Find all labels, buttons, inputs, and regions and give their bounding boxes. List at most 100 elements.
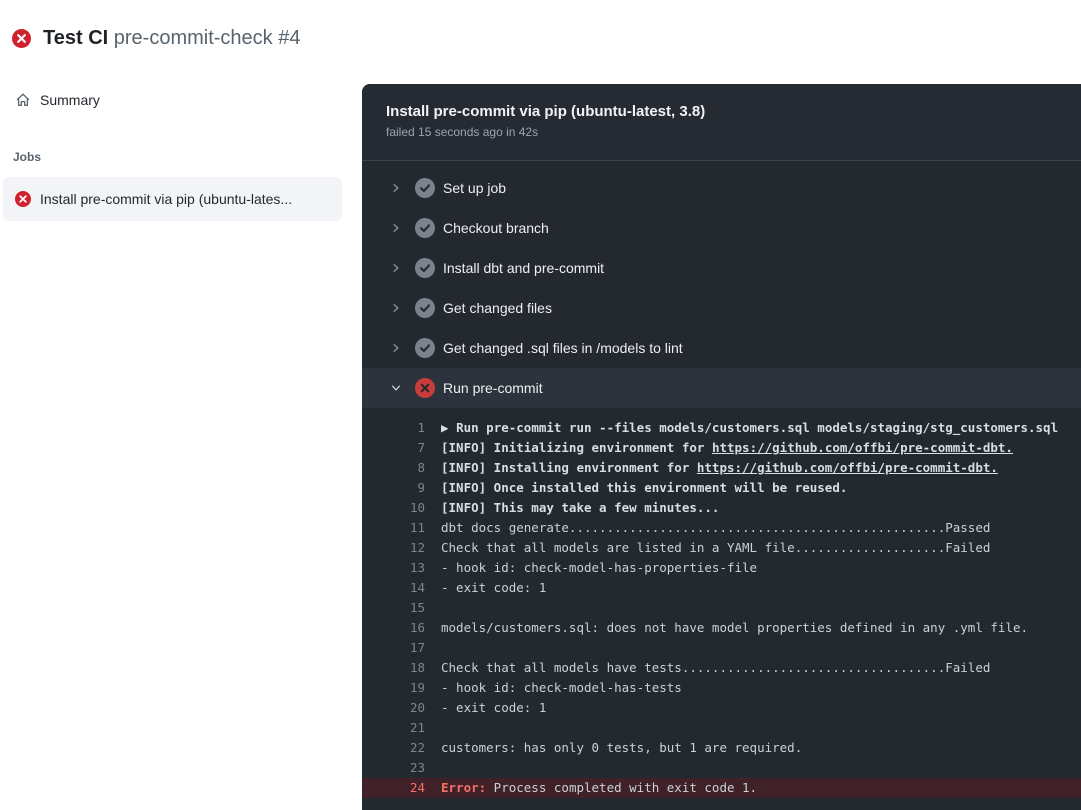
- log-line-number[interactable]: 19: [362, 678, 425, 698]
- log-line: 1 ▶ Run pre-commit run --files models/cus…: [362, 418, 1081, 438]
- step-label: Get changed .sql files in /models to lin…: [443, 340, 683, 356]
- log-line: 23: [362, 758, 1081, 778]
- chevron-right-icon[interactable]: [390, 302, 402, 314]
- panel-subtitle: failed 15 seconds ago in 42s: [386, 125, 1081, 139]
- log-line-number[interactable]: 11: [362, 518, 425, 538]
- job-failed-icon: [15, 191, 31, 207]
- home-icon: [15, 92, 31, 108]
- chevron-right-icon[interactable]: [390, 262, 402, 274]
- log-line-text: - exit code: 1: [441, 578, 546, 598]
- log-line: 20 - exit code: 1: [362, 698, 1081, 718]
- step-row[interactable]: Set up job: [362, 168, 1081, 208]
- run-header: Test CI pre-commit-check #4: [0, 0, 300, 50]
- step-success-icon: [415, 218, 435, 238]
- run-name: pre-commit-check #4: [114, 27, 301, 49]
- log-line-text: dbt docs generate.......................…: [441, 518, 990, 538]
- log-line-number[interactable]: 20: [362, 698, 425, 718]
- log-line: 18 Check that all models have tests......…: [362, 658, 1081, 678]
- step-row[interactable]: Install dbt and pre-commit: [362, 248, 1081, 288]
- log-text-segment: dbt docs generate.......................…: [441, 520, 990, 535]
- log-text-segment: - exit code: 1: [441, 700, 546, 715]
- log-text-segment: [INFO] Once installed this environment w…: [441, 480, 847, 495]
- log-text-segment: Check that all models have tests........…: [441, 660, 990, 675]
- step-success-icon: [415, 258, 435, 278]
- log-line: 13 - hook id: check-model-has-properties-…: [362, 558, 1081, 578]
- log-line-number[interactable]: 9: [362, 478, 425, 498]
- chevron-right-icon[interactable]: [390, 222, 402, 234]
- log-line-number[interactable]: 12: [362, 538, 425, 558]
- log-link[interactable]: https://github.com/offbi/pre-commit-dbt.: [712, 440, 1013, 455]
- step-row[interactable]: Get changed .sql files in /models to lin…: [362, 328, 1081, 368]
- log-line-number[interactable]: 1: [362, 418, 425, 438]
- log-line-number[interactable]: 22: [362, 738, 425, 758]
- log-line-number[interactable]: 17: [362, 638, 425, 658]
- log-line: 24 Error: Process completed with exit cod…: [362, 778, 1081, 798]
- log-text-segment: - hook id: check-model-has-tests: [441, 680, 682, 695]
- step-success-icon: [415, 338, 435, 358]
- log-text-segment: Process completed with exit code 1.: [486, 780, 757, 795]
- chevron-right-icon[interactable]: [390, 182, 402, 194]
- log-line-number[interactable]: 24: [362, 778, 425, 798]
- log-line-number[interactable]: 15: [362, 598, 425, 618]
- log-line-text: ▶ Run pre-commit run --files models/cust…: [441, 418, 1058, 438]
- summary-label: Summary: [40, 92, 100, 108]
- workflow-name: Test CI: [43, 27, 108, 49]
- log-line-text: - exit code: 1: [441, 698, 546, 718]
- chevron-down-icon[interactable]: [390, 382, 402, 394]
- log-text-segment: models/customers.sql: does not have mode…: [441, 620, 1028, 635]
- log-line-number[interactable]: 21: [362, 718, 425, 738]
- step-row[interactable]: Checkout branch: [362, 208, 1081, 248]
- error-label: Error:: [441, 780, 486, 795]
- log-text-segment: - hook id: check-model-has-properties-fi…: [441, 560, 757, 575]
- sidebar-job-item[interactable]: Install pre-commit via pip (ubuntu-lates…: [3, 177, 342, 221]
- log-text-segment: Check that all models are listed in a YA…: [441, 540, 990, 555]
- step-row[interactable]: Get changed files: [362, 288, 1081, 328]
- log-line-text: [INFO] Installing environment for https:…: [441, 458, 998, 478]
- log-line: 22 customers: has only 0 tests, but 1 are…: [362, 738, 1081, 758]
- log-output: 1 ▶ Run pre-commit run --files models/cus…: [362, 408, 1081, 798]
- log-line: 9 [INFO] Once installed this environment …: [362, 478, 1081, 498]
- steps-list: Set up job Checkout branch Install dbt and…: [362, 161, 1081, 408]
- job-log-panel: Install pre-commit via pip (ubuntu-lates…: [362, 84, 1081, 810]
- chevron-right-icon[interactable]: [390, 342, 402, 354]
- step-label: Run pre-commit: [443, 380, 543, 396]
- sidebar: Summary Jobs Install pre-commit via pip …: [0, 84, 362, 221]
- log-line: 14 - exit code: 1: [362, 578, 1081, 598]
- run-command-arrow-icon: ▶: [441, 420, 456, 435]
- sidebar-item-summary[interactable]: Summary: [0, 84, 362, 116]
- step-success-icon: [415, 298, 435, 318]
- log-line: 8 [INFO] Installing environment for https…: [362, 458, 1081, 478]
- step-label: Get changed files: [443, 300, 552, 316]
- log-line-number[interactable]: 16: [362, 618, 425, 638]
- log-line-text: Error: Process completed with exit code …: [441, 778, 757, 798]
- log-line-number[interactable]: 10: [362, 498, 425, 518]
- step-label: Install dbt and pre-commit: [443, 260, 604, 276]
- log-text-segment: customers: has only 0 tests, but 1 are r…: [441, 740, 802, 755]
- log-line-text: Check that all models have tests........…: [441, 658, 990, 678]
- log-line: 11 dbt docs generate.....................…: [362, 518, 1081, 538]
- log-line: 10 [INFO] This may take a few minutes...: [362, 498, 1081, 518]
- log-line: 15: [362, 598, 1081, 618]
- log-line-text: [INFO] This may take a few minutes...: [441, 498, 719, 518]
- log-line-text: customers: has only 0 tests, but 1 are r…: [441, 738, 802, 758]
- log-line-number[interactable]: 7: [362, 438, 425, 458]
- log-line-number[interactable]: 18: [362, 658, 425, 678]
- log-link[interactable]: https://github.com/offbi/pre-commit-dbt.: [697, 460, 998, 475]
- job-item-label: Install pre-commit via pip (ubuntu-lates…: [40, 191, 292, 207]
- log-line: 7 [INFO] Initializing environment for htt…: [362, 438, 1081, 458]
- log-line-number[interactable]: 23: [362, 758, 425, 778]
- log-line: 21: [362, 718, 1081, 738]
- step-label: Checkout branch: [443, 220, 549, 236]
- step-failed-icon: [415, 378, 435, 398]
- log-line-text: [INFO] Initializing environment for http…: [441, 438, 1013, 458]
- step-label: Set up job: [443, 180, 506, 196]
- log-line-number[interactable]: 14: [362, 578, 425, 598]
- log-line-number[interactable]: 8: [362, 458, 425, 478]
- run-failed-icon: [12, 29, 31, 48]
- log-text-segment: [INFO] Initializing environment for: [441, 440, 712, 455]
- log-line-text: Check that all models are listed in a YA…: [441, 538, 990, 558]
- log-line: 16 models/customers.sql: does not have mo…: [362, 618, 1081, 638]
- log-line-text: - hook id: check-model-has-tests: [441, 678, 682, 698]
- log-line-number[interactable]: 13: [362, 558, 425, 578]
- step-row[interactable]: Run pre-commit: [362, 368, 1081, 408]
